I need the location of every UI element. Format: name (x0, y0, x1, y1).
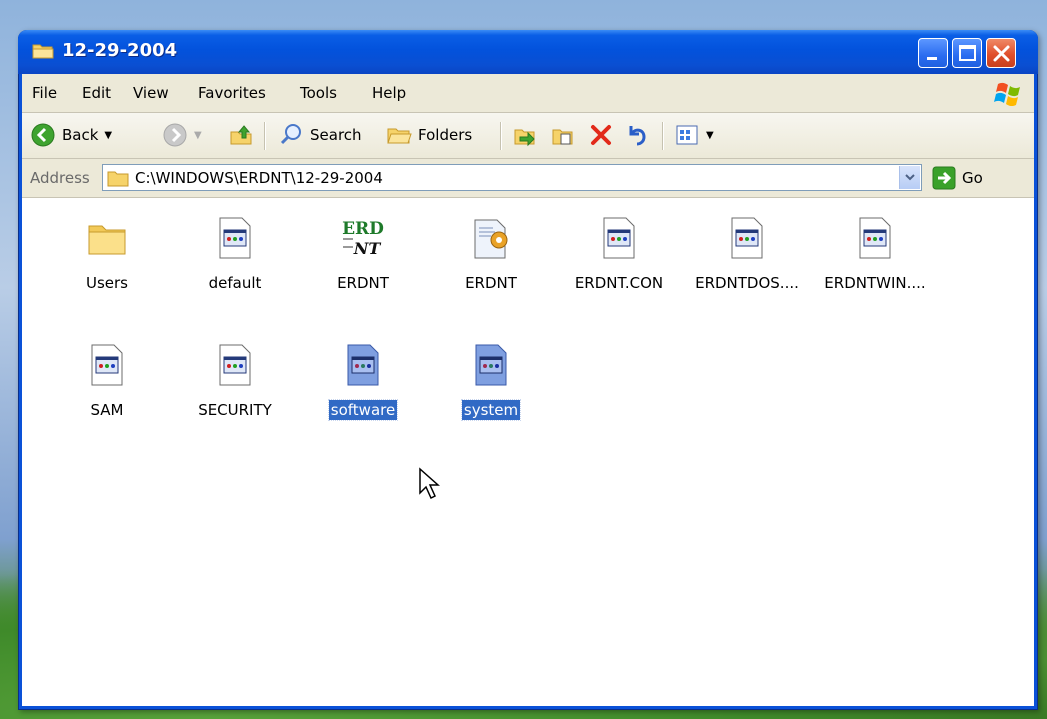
views-button[interactable]: ▼ (674, 120, 714, 150)
maximize-icon (959, 45, 976, 61)
file-item-erdnt-con[interactable]: ERDNT.CON (556, 216, 682, 300)
window-client: File Edit View Favorites Tools Help Back… (22, 74, 1034, 706)
undo-button[interactable] (624, 120, 650, 150)
folder-icon (107, 171, 129, 187)
undo-icon (629, 126, 646, 146)
chevron-down-icon (905, 174, 915, 181)
forward-arrow-icon (163, 123, 187, 147)
toolbar-separator (662, 122, 663, 150)
erd-logo-text: ERD (342, 219, 384, 239)
chevron-down-icon[interactable]: ▼ (104, 130, 112, 141)
back-button[interactable]: Back ▼ (30, 120, 112, 150)
up-folder-button[interactable] (228, 120, 254, 150)
config-file-icon (474, 219, 508, 259)
menu-file[interactable]: File (32, 84, 57, 102)
windows-logo-icon (994, 82, 1020, 106)
move-to-button[interactable] (512, 120, 538, 150)
file-name: ERDNTDOS.... (695, 274, 799, 292)
back-arrow-icon (31, 123, 55, 147)
toolbar: Back ▼ ▼ Search Folders ▼ (22, 113, 1034, 159)
registry-file-icon (603, 217, 635, 259)
menu-tools[interactable]: Tools (300, 84, 337, 102)
title-bar[interactable]: 12-29-2004 (18, 30, 1038, 74)
close-icon (993, 45, 1010, 62)
file-name: ERDNTWIN.... (824, 274, 926, 292)
selected-file-name: software (327, 399, 399, 421)
close-button[interactable] (986, 38, 1016, 68)
folder-icon (88, 225, 126, 255)
file-name: SAM (90, 401, 124, 419)
file-name: ERDNT (337, 274, 389, 292)
menu-edit[interactable]: Edit (82, 84, 111, 102)
menu-bar: File Edit View Favorites Tools Help (22, 74, 1034, 113)
views-icon (676, 125, 698, 145)
address-dropdown-button[interactable] (899, 166, 920, 189)
file-name: ERDNT (465, 274, 517, 292)
file-name: SECURITY (198, 401, 272, 419)
file-item-security[interactable]: SECURITY (172, 343, 298, 427)
file-item-erdnt-exe[interactable]: ERD NT ERDNT (300, 216, 426, 300)
file-item-users[interactable]: Users (44, 216, 170, 300)
registry-file-icon (859, 217, 891, 259)
window-title: 12-29-2004 (62, 40, 178, 61)
address-bar: Address C:\WINDOWS\ERDNT\12-29-2004 Go (22, 159, 1034, 198)
minimize-button[interactable] (918, 38, 948, 68)
copy-to-icon (552, 129, 573, 145)
folders-label: Folders (418, 126, 473, 144)
delete-x-icon (591, 125, 611, 145)
registry-file-icon (475, 344, 507, 386)
selected-file-name: system (460, 399, 522, 421)
go-button[interactable]: Go (932, 164, 1012, 191)
up-folder-icon (230, 125, 252, 145)
file-item-erdntdos[interactable]: ERDNTDOS.... (684, 216, 810, 300)
registry-file-icon (219, 344, 251, 386)
menu-help[interactable]: Help (372, 84, 406, 102)
file-list: Users default ERD NT ERDNT ERDNT ERDNT.C… (22, 198, 1034, 706)
address-path: C:\WINDOWS\ERDNT\12-29-2004 (135, 169, 383, 187)
search-button[interactable]: Search (278, 120, 362, 150)
nt-logo-text: NT (353, 239, 382, 258)
erdnt-logo-icon: ERD NT (342, 219, 384, 258)
address-label: Address (30, 169, 90, 187)
file-name: system (428, 399, 554, 421)
search-label: Search (310, 126, 362, 144)
move-to-icon (514, 129, 535, 147)
file-item-sam[interactable]: SAM (44, 343, 170, 427)
menu-favorites[interactable]: Favorites (198, 84, 266, 102)
copy-to-button[interactable] (550, 120, 576, 150)
chevron-down-icon[interactable]: ▼ (706, 130, 714, 141)
registry-file-icon (219, 217, 251, 259)
registry-file-icon (731, 217, 763, 259)
file-name: ERDNT.CON (574, 274, 664, 292)
file-item-system[interactable]: system (428, 343, 554, 427)
registry-file-icon (91, 344, 123, 386)
go-label: Go (962, 168, 983, 187)
chevron-down-icon[interactable]: ▼ (194, 130, 202, 141)
folders-icon (387, 128, 412, 144)
address-input[interactable]: C:\WINDOWS\ERDNT\12-29-2004 (102, 164, 922, 191)
folder-icon (32, 44, 54, 59)
file-item-erdntwin[interactable]: ERDNTWIN.... (812, 216, 938, 300)
toolbar-separator (500, 122, 501, 150)
explorer-window: 12-29-2004 File Edit View Favorites Tool… (18, 30, 1038, 710)
folders-button[interactable]: Folders (386, 120, 472, 150)
toolbar-separator (264, 122, 265, 150)
file-item-erdnt-inf[interactable]: ERDNT (428, 216, 554, 300)
maximize-button[interactable] (952, 38, 982, 68)
forward-button[interactable]: ▼ (162, 120, 202, 150)
back-label: Back (62, 126, 99, 144)
file-name: default (208, 274, 262, 292)
mouse-pointer-icon (419, 467, 440, 500)
file-item-software[interactable]: software (300, 343, 426, 427)
file-name: Users (85, 274, 128, 292)
search-icon (280, 124, 301, 145)
menu-view[interactable]: View (133, 84, 169, 102)
file-item-default[interactable]: default (172, 216, 298, 300)
go-arrow-icon (932, 166, 956, 189)
file-name: software (300, 399, 426, 421)
minimize-icon (927, 57, 937, 60)
registry-file-icon (347, 344, 379, 386)
delete-button[interactable] (588, 120, 614, 150)
